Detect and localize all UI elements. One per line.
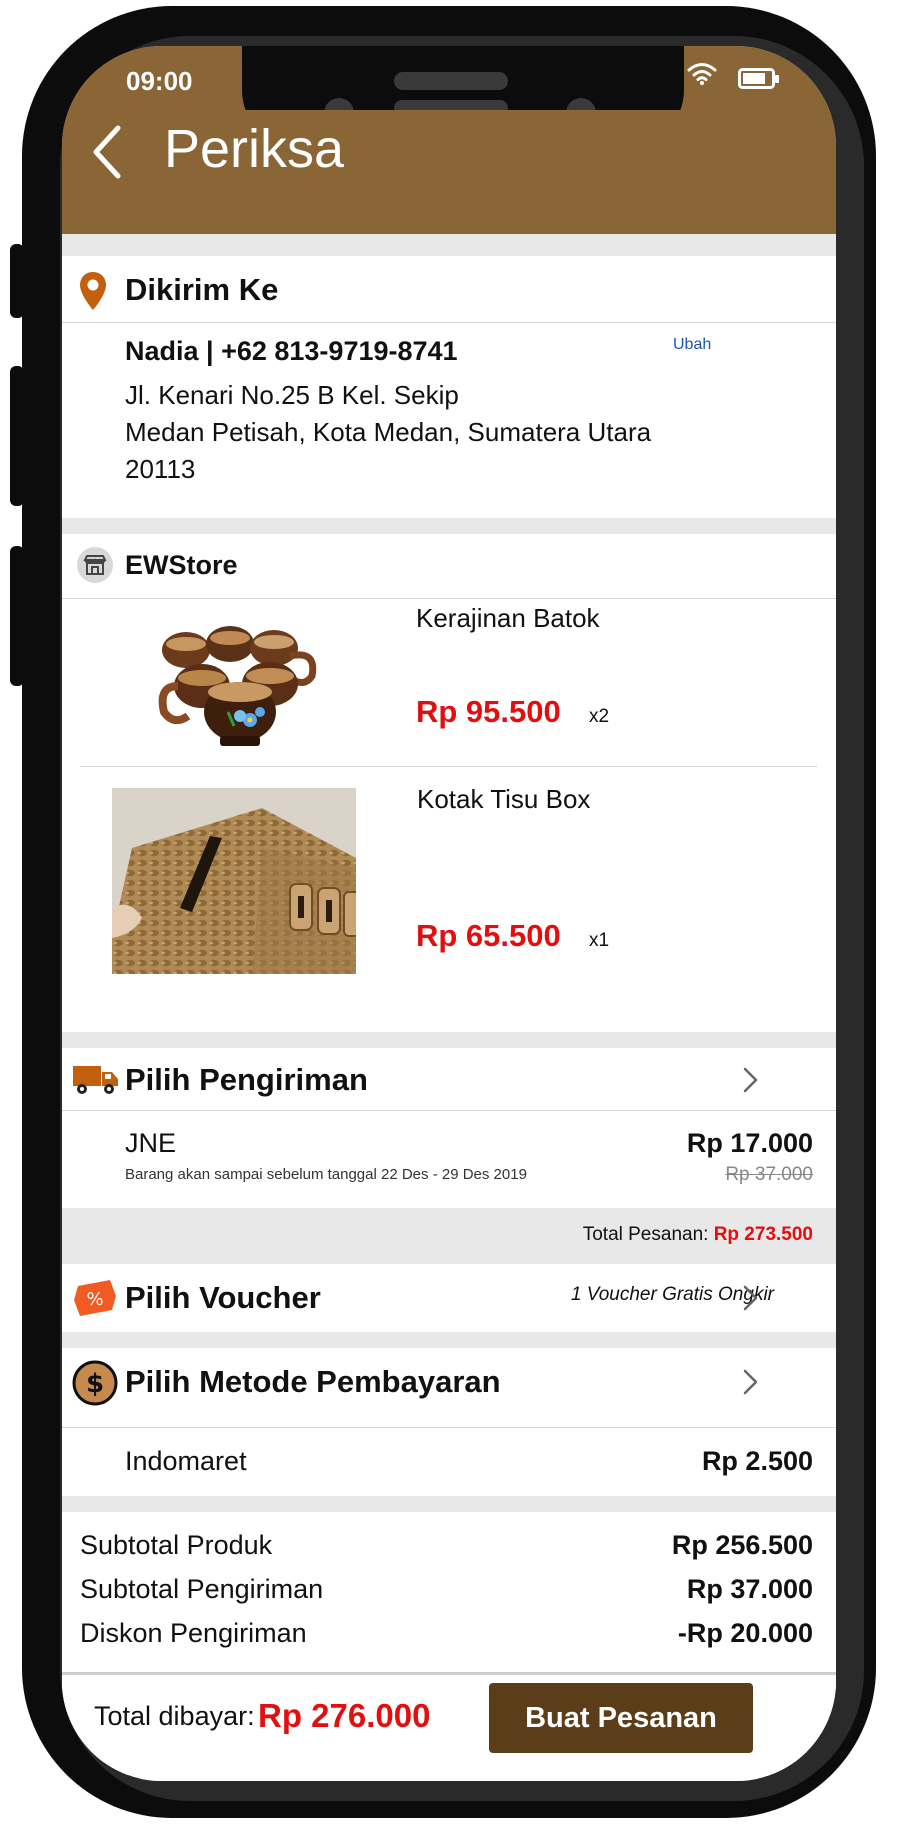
divider [62,322,836,323]
product-price: Rp 65.500 [416,918,561,953]
store-card: EWStore Kerajinan Batok Rp 95.500 x2 Kot… [62,534,836,1032]
page-title: Periksa [164,119,345,179]
product-image-coconut-cups[interactable] [152,616,332,750]
store-name: EWStore [125,550,238,580]
voucher-card[interactable]: % Pilih Voucher 1 Voucher Gratis Ongkir [62,1264,836,1332]
payment-method: Indomaret [125,1446,247,1476]
summary-label: Subtotal Produk [80,1530,273,1560]
change-address-link[interactable]: Ubah [673,336,711,354]
delivery-original-price: Rp 37.000 [725,1164,813,1185]
voucher-discount-icon: % [74,1280,116,1316]
summary-value: -Rp 20.000 [677,1618,813,1648]
shipping-address-card: Dikirim Ke Nadia | +62 813-9719-8741 Uba… [62,256,836,518]
product-image-tissue-box[interactable] [112,788,356,974]
power-button [862,421,876,607]
mute-switch [10,244,24,318]
svg-text:$: $ [86,1369,104,1399]
wifi-icon [687,63,717,85]
voucher-heading: Pilih Voucher [125,1280,321,1315]
volume-down-button [10,546,24,686]
address-line-2: Medan Petisah, Kota Medan, Sumatera Utar… [125,417,652,447]
summary-value: Rp 256.500 [671,1530,813,1560]
order-total-label: Total Pesanan: [582,1224,709,1245]
product-name[interactable]: Kotak Tisu Box [417,784,590,815]
svg-text:%: % [86,1289,103,1310]
address-line-1: Jl. Kenari No.25 B Kel. Sekip [125,380,459,410]
divider [62,1110,836,1111]
courier-name: JNE [125,1128,177,1158]
payment-fee: Rp 2.500 [701,1446,813,1476]
chevron-right-icon[interactable] [742,1066,760,1094]
delivery-truck-icon [73,1066,118,1094]
chevron-right-icon[interactable] [742,1284,760,1312]
product-price: Rp 95.500 [416,694,561,729]
checkout-bar: Total dibayar: Rp 276.000 Buat Pesanan [62,1672,836,1781]
location-pin-icon [80,272,106,310]
product-name[interactable]: Kerajinan Batok [416,603,600,634]
product-quantity: x1 [589,930,610,951]
dollar-coin-icon: $ [72,1360,118,1406]
battery-icon [738,68,779,89]
order-total-value: Rp 273.500 [713,1224,813,1245]
order-total: Total Pesanan: Rp 273.500 [583,1224,813,1246]
divider [62,598,836,599]
speaker-grille [394,72,508,90]
total-paid-value: Rp 276.000 [258,1697,431,1734]
app-screen: 09:00 Periksa Dikirim Ke Nadia | +62 813… [62,46,836,1781]
divider [62,1427,836,1428]
address-postal-code: 20113 [125,454,196,484]
total-paid-label: Total dibayar: [94,1701,255,1731]
shipping-heading: Dikirim Ke [125,272,279,307]
summary-label: Diskon Pengiriman [80,1618,307,1648]
summary-label: Subtotal Pengiriman [80,1574,324,1604]
store-icon [77,547,113,583]
divider [80,766,817,767]
delivery-card[interactable]: Pilih Pengiriman JNE Barang akan sampai … [62,1048,836,1208]
status-time: 09:00 [126,66,193,96]
delivery-price: Rp 17.000 [686,1128,813,1158]
delivery-eta: Barang akan sampai sebelum tanggal 22 De… [125,1166,527,1183]
recipient-name-phone: Nadia | +62 813-9719-8741 [125,336,458,366]
chevron-right-icon[interactable] [742,1368,760,1396]
payment-card[interactable]: $ Pilih Metode Pembayaran Indomaret Rp 2… [62,1348,836,1496]
volume-up-button [10,366,24,506]
summary-value: Rp 37.000 [686,1574,813,1604]
place-order-button[interactable]: Buat Pesanan [489,1683,753,1753]
delivery-heading: Pilih Pengiriman [125,1062,368,1097]
back-arrow-icon[interactable] [88,124,128,180]
product-quantity: x2 [589,706,610,727]
payment-heading: Pilih Metode Pembayaran [125,1364,501,1399]
